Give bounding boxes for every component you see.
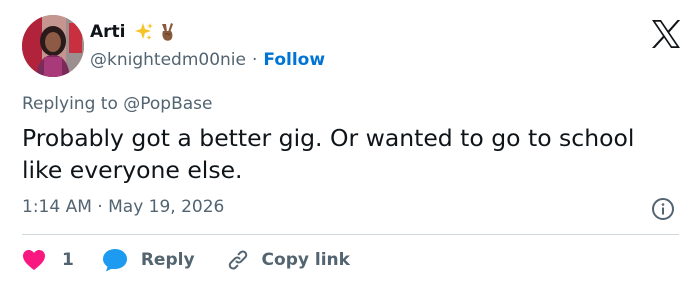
reply-label: Reply (140, 250, 195, 270)
victory-hand-icon (157, 22, 177, 42)
divider (22, 234, 679, 235)
action-bar: 1 Reply Copy link (22, 246, 350, 274)
tweet-header: Arti @knightedm00nie · Follow (22, 15, 682, 79)
reply-button[interactable]: Reply (102, 248, 195, 272)
tweet-time: 1:14 AM (22, 197, 92, 217)
tweet-text: Probably got a better gig. Or wanted to … (22, 124, 635, 184)
tweet-date: May 19, 2026 (108, 197, 225, 217)
copy-link-label: Copy link (261, 250, 350, 270)
replying-to: Replying to @PopBase (22, 94, 212, 114)
avatar[interactable] (22, 15, 84, 77)
like-count: 1 (62, 250, 74, 270)
heart-icon (22, 249, 46, 271)
timestamp-separator: · (97, 197, 103, 217)
follow-button[interactable]: Follow (263, 50, 325, 70)
sparkles-icon (134, 22, 154, 42)
reply-mention-link[interactable]: @PopBase (123, 94, 212, 114)
like-button[interactable]: 1 (22, 249, 74, 271)
display-name[interactable]: Arti (90, 22, 126, 42)
tweet-card: Arti @knightedm00nie · Follow Replying t… (0, 0, 700, 287)
reply-bubble-icon (102, 248, 128, 272)
user-handle[interactable]: @knightedm00nie (90, 50, 246, 70)
name-row: Arti (90, 19, 177, 45)
separator-dot: · (251, 50, 258, 70)
replying-prefix: Replying to (22, 94, 124, 114)
copy-link-button[interactable]: Copy link (225, 248, 350, 272)
timestamp[interactable]: 1:14 AM · May 19, 2026 (22, 197, 224, 217)
link-icon (225, 248, 251, 272)
info-icon[interactable] (651, 197, 675, 221)
handle-row: @knightedm00nie · Follow (90, 49, 325, 71)
x-logo-icon[interactable] (650, 19, 682, 49)
